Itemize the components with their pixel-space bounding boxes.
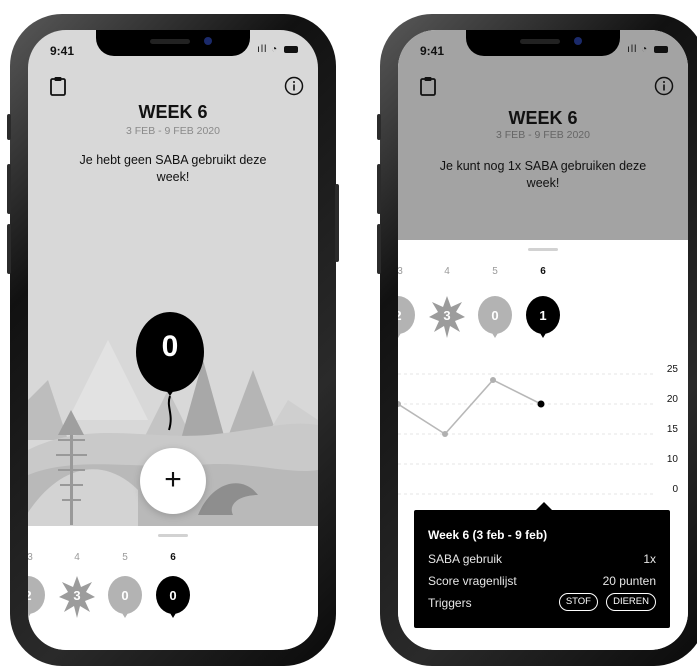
week-balloon-count: 2 bbox=[28, 588, 46, 603]
notch bbox=[466, 30, 620, 56]
tooltip-row-saba: SABA gebruik 1x bbox=[428, 552, 656, 566]
tooltip-row-triggers: Triggers STOF DIEREN bbox=[428, 593, 656, 611]
volume-down-button bbox=[7, 224, 11, 274]
data-point[interactable] bbox=[442, 431, 448, 437]
week-label-active[interactable]: 6 bbox=[163, 552, 183, 563]
trigger-chip-dieren[interactable]: DIEREN bbox=[606, 593, 656, 611]
tooltip-row-label: SABA gebruik bbox=[428, 552, 503, 566]
data-point[interactable] bbox=[490, 377, 496, 383]
clipboard-icon[interactable] bbox=[48, 76, 68, 96]
week-label[interactable]: 3 bbox=[28, 552, 40, 563]
current-week-count: 0 bbox=[161, 330, 179, 363]
week-title: WEEK 6 bbox=[138, 102, 208, 122]
info-icon[interactable] bbox=[284, 76, 304, 96]
phone-frame-right: 9:41 ıll ◔ WEEK 6 3 FEB - 9 FEB 2020 Je … bbox=[377, 14, 697, 666]
score-line-chart bbox=[398, 373, 656, 495]
status-icons: ıll ◔ bbox=[257, 44, 298, 55]
y-tick-label: 15 bbox=[666, 424, 678, 435]
trigger-chip-stof[interactable]: STOF bbox=[558, 593, 598, 611]
week-balloon-count: 0 bbox=[121, 588, 129, 603]
phone-frame-left: 9:41 ıll ◔ WEEK 6 3 FEB - 9 FEB 2020 Je … bbox=[7, 14, 339, 666]
status-message: Je hebt geen SABA gebruikt deze week! bbox=[79, 153, 267, 184]
power-button bbox=[335, 184, 339, 262]
tooltip-row-value: 1x bbox=[643, 552, 656, 566]
screen-left: 9:41 ıll ◔ WEEK 6 3 FEB - 9 FEB 2020 Je … bbox=[28, 30, 318, 650]
mute-switch bbox=[377, 114, 381, 140]
series-line bbox=[398, 379, 542, 436]
week-balloon-count: 1 bbox=[539, 308, 547, 323]
status-time: 9:41 bbox=[420, 44, 445, 58]
week-sheet: 3 4 5 6 2 3 0 0 bbox=[28, 526, 318, 650]
status-icons: ıll ◔ bbox=[627, 44, 668, 55]
status-time: 9:41 bbox=[50, 44, 75, 58]
week-title: WEEK 6 bbox=[508, 108, 578, 128]
y-tick-label: 0 bbox=[672, 484, 678, 495]
clipboard-icon[interactable] bbox=[418, 76, 438, 96]
wifi-icon: ◔ bbox=[271, 44, 279, 55]
week-label[interactable]: 4 bbox=[437, 266, 457, 277]
sheet-handle[interactable] bbox=[528, 248, 558, 251]
week-range: 3 FEB - 9 FEB 2020 bbox=[126, 125, 220, 137]
sheet-handle[interactable] bbox=[158, 534, 188, 537]
data-point-active[interactable] bbox=[537, 400, 545, 408]
week-range: 3 FEB - 9 FEB 2020 bbox=[496, 129, 590, 141]
week-balloon-count: 3 bbox=[443, 308, 451, 323]
screen-right: 9:41 ıll ◔ WEEK 6 3 FEB - 9 FEB 2020 Je … bbox=[398, 30, 688, 650]
y-tick-label: 10 bbox=[666, 454, 678, 465]
week-label[interactable]: 5 bbox=[115, 552, 135, 563]
y-tick-label: 25 bbox=[666, 364, 678, 375]
info-icon[interactable] bbox=[654, 76, 674, 96]
week-balloon-count: 3 bbox=[73, 588, 81, 603]
week-balloon-count: 0 bbox=[169, 588, 177, 603]
mute-switch bbox=[7, 114, 11, 140]
week-label-active[interactable]: 6 bbox=[533, 266, 553, 277]
volume-up-button bbox=[377, 164, 381, 214]
volume-down-button bbox=[377, 224, 381, 274]
week-label[interactable]: 3 bbox=[398, 266, 410, 277]
tooltip-title: Week 6 (3 feb - 9 feb) bbox=[428, 528, 548, 542]
signal-icon: ıll bbox=[627, 44, 638, 55]
add-saba-button[interactable]: + bbox=[140, 448, 206, 514]
notch bbox=[96, 30, 250, 56]
signal-icon: ıll bbox=[257, 44, 268, 55]
week-label[interactable]: 5 bbox=[485, 266, 505, 277]
week-label[interactable]: 4 bbox=[67, 552, 87, 563]
battery-icon bbox=[654, 45, 668, 53]
tooltip-arrow bbox=[536, 502, 552, 510]
tooltip-row-label: Score vragenlijst bbox=[428, 574, 517, 588]
week-balloon-count: 0 bbox=[491, 308, 499, 323]
volume-up-button bbox=[7, 164, 11, 214]
week-detail-tooltip: Week 6 (3 feb - 9 feb) SABA gebruik 1x S… bbox=[414, 502, 670, 628]
tooltip-row-score: Score vragenlijst 20 punten bbox=[428, 574, 656, 588]
week-balloon-count: 2 bbox=[398, 308, 416, 323]
status-message: Je kunt nog 1x SABA gebruiken deze week! bbox=[439, 159, 647, 190]
tooltip-row-label: Triggers bbox=[428, 596, 472, 610]
tooltip-row-value: 20 punten bbox=[602, 574, 656, 588]
wifi-icon: ◔ bbox=[641, 44, 649, 55]
battery-icon bbox=[284, 45, 298, 53]
y-tick-label: 20 bbox=[666, 394, 678, 405]
